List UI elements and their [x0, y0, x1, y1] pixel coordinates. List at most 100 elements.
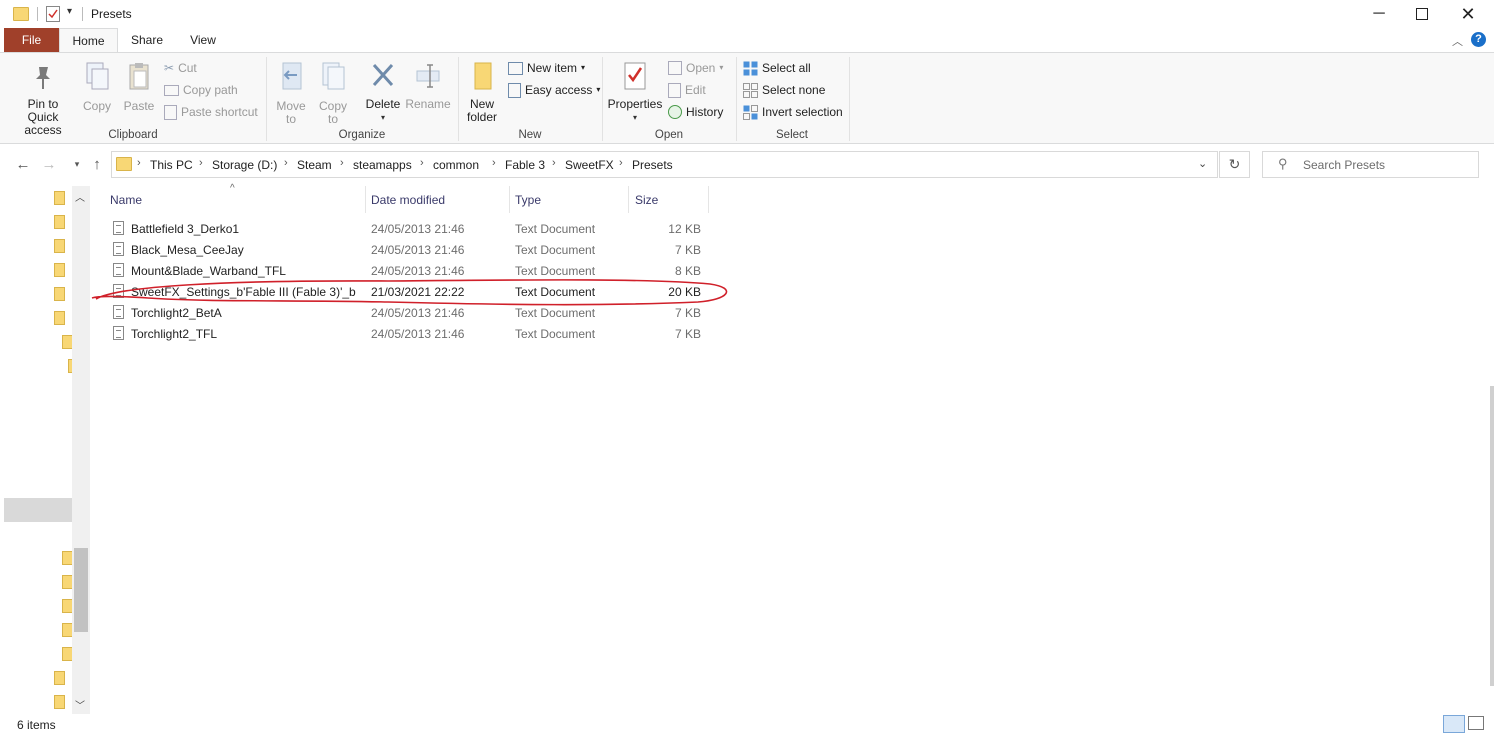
red-annotation-ellipse [91, 279, 728, 306]
table-row[interactable]: Torchlight2_TFL 24/05/2013 21:46 Text Do… [107, 323, 710, 344]
file-type: Text Document [515, 327, 596, 341]
paste-button[interactable]: Paste [120, 61, 158, 113]
easy-access-button[interactable]: Easy access ▾ [508, 80, 600, 100]
organize-group-label: Organize [338, 129, 386, 141]
chevron-right-icon[interactable]: › [137, 157, 141, 169]
column-divider[interactable] [509, 186, 510, 213]
folder-icon[interactable] [54, 191, 65, 205]
paste-shortcut-button[interactable]: Paste shortcut [164, 102, 258, 122]
breadcrumb-fable-3[interactable]: Fable 3 [505, 158, 545, 172]
properties-quick-icon[interactable] [46, 6, 60, 22]
maximize-button[interactable] [1399, 0, 1445, 28]
move-to-button[interactable]: Move to [272, 61, 310, 126]
file-name: Battlefield 3_Derko1 [131, 222, 240, 236]
scrollbar-thumb[interactable] [74, 548, 88, 632]
recent-locations-dropdown[interactable]: ▾ [68, 159, 86, 170]
column-header-date-modified[interactable]: Date modified [371, 193, 445, 207]
breadcrumb-this-pc[interactable]: This PC [150, 158, 193, 172]
breadcrumb-storage-d[interactable]: Storage (D:) [212, 158, 277, 172]
large-icons-view-icon[interactable] [1468, 716, 1484, 730]
table-row[interactable]: Black_Mesa_CeeJay 24/05/2013 21:46 Text … [107, 239, 710, 260]
file-name: Black_Mesa_CeeJay [131, 243, 244, 257]
refresh-button[interactable]: ↻ [1219, 151, 1250, 178]
file-size: 12 KB [668, 222, 701, 236]
chevron-right-icon[interactable]: › [420, 157, 424, 169]
column-header-type[interactable]: Type [515, 193, 541, 207]
up-button[interactable]: ↑ [88, 156, 106, 173]
back-button[interactable]: ← [14, 156, 32, 173]
divider [37, 7, 38, 21]
file-name: Torchlight2_TFL [131, 327, 218, 341]
status-item-count: 6 items [17, 718, 56, 732]
folder-icon[interactable] [54, 215, 65, 229]
copy-path-icon [164, 84, 179, 96]
breadcrumb-common[interactable]: common [433, 158, 479, 172]
breadcrumb-sweetfx[interactable]: SweetFX [565, 158, 614, 172]
properties-button[interactable]: Properties ▾ [606, 61, 664, 124]
breadcrumb-steamapps[interactable]: steamapps [353, 158, 412, 172]
open-button[interactable]: Open ▾ [668, 58, 723, 78]
delete-button[interactable]: Delete ▾ [362, 61, 404, 124]
select-none-icon [743, 82, 758, 98]
folder-icon[interactable] [54, 239, 65, 253]
copy-path-button[interactable]: Copy path [164, 80, 238, 100]
close-button[interactable]: ✕ [1445, 0, 1491, 28]
folder-icon[interactable] [54, 263, 65, 277]
nav-pane-scrollbar[interactable] [72, 186, 90, 714]
move-to-icon [282, 62, 302, 90]
minimize-button[interactable]: ─ [1356, 0, 1402, 28]
breadcrumb-presets[interactable]: Presets [632, 158, 673, 172]
breadcrumb-steam[interactable]: Steam [297, 158, 332, 172]
new-item-button[interactable]: New item ▾ [508, 58, 585, 78]
edit-icon [668, 82, 681, 98]
column-divider[interactable] [708, 186, 709, 213]
column-divider[interactable] [628, 186, 629, 213]
tab-file[interactable]: File [4, 28, 59, 52]
chevron-right-icon[interactable]: › [619, 157, 623, 169]
customize-toolbar-dropdown-icon[interactable]: ▾ [67, 6, 72, 17]
history-button[interactable]: History [668, 102, 723, 122]
forward-button[interactable]: → [40, 156, 58, 173]
scroll-down-icon[interactable]: ﹀ [75, 697, 85, 712]
cut-button[interactable]: ✂ Cut [164, 58, 197, 78]
select-group-label: Select [776, 129, 808, 141]
scroll-up-icon[interactable]: ︿ [75, 189, 85, 204]
chevron-right-icon[interactable]: › [199, 157, 203, 169]
copy-button[interactable]: Copy [80, 61, 114, 113]
chevron-right-icon[interactable]: › [284, 157, 288, 169]
folder-icon[interactable] [54, 671, 65, 685]
collapse-ribbon-icon[interactable]: ︿ [1452, 33, 1463, 49]
ribbon: Pin to Quick access Copy Paste ✂ Cut Copy… [0, 52, 1494, 144]
select-all-button[interactable]: Select all [743, 58, 811, 78]
copy-to-button[interactable]: Copy to [314, 61, 352, 126]
paste-icon [129, 63, 149, 90]
rename-button[interactable]: Rename [405, 61, 451, 111]
tab-view[interactable]: View [176, 28, 230, 52]
pin-to-quick-access-button[interactable]: Pin to Quick access [6, 63, 80, 137]
folder-icon[interactable] [54, 287, 65, 301]
chevron-right-icon[interactable]: › [340, 157, 344, 169]
open-icon [668, 61, 682, 75]
select-none-button[interactable]: Select none [743, 80, 825, 100]
open-group-label: Open [654, 129, 684, 141]
chevron-right-icon[interactable]: › [552, 157, 556, 169]
invert-selection-icon [743, 104, 758, 120]
column-divider[interactable] [365, 186, 366, 213]
edit-button[interactable]: Edit [668, 80, 706, 100]
details-view-icon[interactable] [1443, 715, 1465, 733]
column-header-name[interactable]: Name [110, 193, 142, 207]
invert-selection-button[interactable]: Invert selection [743, 102, 843, 122]
select-all-icon [743, 61, 758, 75]
new-group-label: New [518, 129, 542, 141]
table-row[interactable]: Battlefield 3_Derko1 24/05/2013 21:46 Te… [107, 218, 710, 239]
new-folder-button[interactable]: New folder [462, 61, 502, 124]
nav-pane-selected-item[interactable] [4, 498, 72, 522]
tab-share[interactable]: Share [121, 28, 173, 52]
tab-home[interactable]: Home [59, 28, 118, 52]
chevron-right-icon[interactable]: › [492, 157, 496, 169]
folder-icon[interactable] [54, 311, 65, 325]
help-icon[interactable]: ? [1471, 32, 1486, 47]
address-history-dropdown-icon[interactable]: ⌄ [1198, 157, 1207, 170]
folder-icon[interactable] [54, 695, 65, 709]
column-header-size[interactable]: Size [635, 193, 658, 207]
